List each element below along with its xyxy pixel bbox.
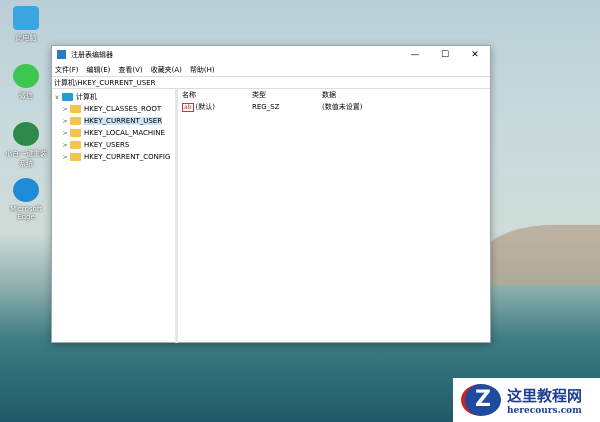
tree-item[interactable]: > HKEY_CURRENT_CONFIG: [52, 151, 175, 163]
computer-icon: [62, 93, 73, 101]
chevron-right-icon[interactable]: >: [60, 154, 70, 161]
menu-edit[interactable]: 编辑(E): [87, 65, 111, 75]
watermark-logo: Z 这里教程网 herecours.com: [453, 378, 600, 422]
menu-bar: 文件(F) 编辑(E) 查看(V) 收藏夹(A) 帮助(H): [52, 63, 490, 76]
folder-icon: [70, 105, 81, 113]
tree-pane: ∨ 计算机 > HKEY_CLASSES_ROOT > HKEY_CURRENT_US…: [52, 89, 178, 343]
column-name[interactable]: 名称: [182, 90, 252, 100]
desktop-icon-this-pc[interactable]: 此电脑: [4, 6, 48, 43]
column-type[interactable]: 类型: [252, 90, 322, 100]
menu-view[interactable]: 查看(V): [118, 65, 142, 75]
column-headers: 名称 类型 数据: [182, 89, 490, 101]
menu-favorites[interactable]: 收藏夹(A): [151, 65, 182, 75]
chevron-right-icon[interactable]: >: [60, 142, 70, 149]
desktop-icon-wechat[interactable]: 微信: [4, 64, 48, 101]
address-bar[interactable]: 计算机\HKEY_CURRENT_USER: [52, 76, 490, 89]
string-value-icon: ab: [182, 103, 194, 112]
title-bar: 注册表编辑器 — ☐ ✕: [52, 46, 490, 63]
maximize-button[interactable]: ☐: [430, 50, 460, 60]
chevron-right-icon[interactable]: >: [60, 130, 70, 137]
chevron-right-icon[interactable]: >: [60, 118, 70, 125]
folder-icon: [70, 129, 81, 137]
xiaobai-icon: [13, 122, 39, 146]
tree-item-selected[interactable]: > HKEY_CURRENT_USER: [52, 115, 175, 127]
regedit-icon: [57, 50, 66, 59]
value-row[interactable]: ab (默认) REG_SZ (数值未设置): [182, 101, 490, 113]
edge-icon: [13, 178, 39, 202]
folder-icon: [70, 141, 81, 149]
close-button[interactable]: ✕: [460, 50, 490, 60]
monitor-icon: [13, 6, 39, 30]
minimize-button[interactable]: —: [400, 50, 430, 60]
window-title: 注册表编辑器: [71, 50, 113, 59]
values-pane: 名称 类型 数据 ab (默认) REG_SZ (数值未设置): [178, 89, 490, 343]
menu-file[interactable]: 文件(F): [55, 65, 79, 75]
tree-root[interactable]: ∨ 计算机: [52, 91, 175, 103]
wechat-icon: [13, 64, 39, 88]
registry-editor-window: 注册表编辑器 — ☐ ✕ 文件(F) 编辑(E) 查看(V) 收藏夹(A) 帮助…: [51, 45, 491, 343]
background-hill: [480, 225, 600, 285]
tree-item[interactable]: > HKEY_USERS: [52, 139, 175, 151]
desktop-icon-edge[interactable]: Microsoft Edge: [4, 178, 48, 221]
folder-icon: [70, 117, 81, 125]
folder-icon: [70, 153, 81, 161]
menu-help[interactable]: 帮助(H): [190, 65, 215, 75]
tree-item[interactable]: > HKEY_LOCAL_MACHINE: [52, 127, 175, 139]
chevron-down-icon[interactable]: ∨: [52, 94, 62, 101]
z-logo-icon: Z: [461, 384, 501, 416]
column-data[interactable]: 数据: [322, 90, 336, 100]
chevron-right-icon[interactable]: >: [60, 106, 70, 113]
desktop-icon-xiaobai[interactable]: 小白一键重装系统: [4, 122, 48, 169]
tree-item[interactable]: > HKEY_CLASSES_ROOT: [52, 103, 175, 115]
